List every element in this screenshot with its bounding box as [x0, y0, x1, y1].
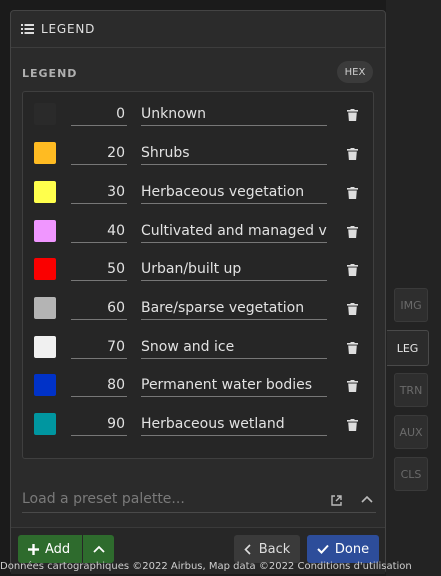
color-swatch[interactable]: [34, 181, 56, 203]
legend-row: 50 Urban/built up: [23, 258, 373, 296]
chevron-left-icon: [244, 543, 251, 555]
value-input[interactable]: 60: [71, 297, 127, 320]
trash-icon[interactable]: [347, 380, 358, 392]
external-link-icon[interactable]: [331, 495, 342, 506]
value-input[interactable]: 40: [71, 220, 127, 243]
trash-icon[interactable]: [347, 187, 358, 199]
legend-row: 0 Unknown: [23, 103, 373, 141]
label-input[interactable]: Snow and ice: [141, 336, 327, 359]
legend-row: 40 Cultivated and managed vegetation: [23, 220, 373, 258]
trash-icon[interactable]: [347, 342, 358, 354]
value-input[interactable]: 70: [71, 336, 127, 359]
label-input[interactable]: Herbaceous wetland: [141, 413, 327, 436]
legend-row: 70 Snow and ice: [23, 336, 373, 374]
map-attribution: Données cartographiques ©2022 Airbus, Ma…: [0, 561, 412, 572]
legend-row: 80 Permanent water bodies: [23, 374, 373, 412]
label-input[interactable]: Herbaceous vegetation: [141, 181, 327, 204]
trash-icon[interactable]: [347, 303, 358, 315]
legend-row: 20 Shrubs: [23, 142, 373, 180]
preset-palette-field[interactable]: Load a preset palette...: [22, 491, 376, 513]
plus-icon: [28, 543, 39, 555]
value-input[interactable]: 30: [71, 181, 127, 204]
panel-header: LEGEND: [11, 11, 385, 48]
color-swatch[interactable]: [34, 374, 56, 396]
label-input[interactable]: Permanent water bodies: [141, 374, 327, 397]
trash-icon[interactable]: [347, 264, 358, 276]
value-input[interactable]: 50: [71, 258, 127, 281]
label-input[interactable]: Bare/sparse vegetation: [141, 297, 327, 320]
tab-trn[interactable]: TRN: [394, 373, 428, 407]
color-swatch[interactable]: [34, 142, 56, 164]
trash-icon[interactable]: [347, 109, 358, 121]
trash-icon[interactable]: [347, 226, 358, 238]
add-label: Add: [45, 541, 71, 557]
legend-list: 0 Unknown 20 Shrubs 30 Herbaceous vegeta…: [22, 91, 374, 459]
value-input[interactable]: 0: [71, 103, 127, 126]
tab-leg[interactable]: LEG: [387, 330, 429, 366]
preset-palette-input[interactable]: Load a preset palette...: [22, 491, 185, 507]
trash-icon[interactable]: [347, 148, 358, 160]
legend-row: 60 Bare/sparse vegetation: [23, 297, 373, 335]
check-icon: [317, 544, 329, 554]
label-input[interactable]: Cultivated and managed vegetation: [141, 220, 327, 243]
panel-title: LEGEND: [41, 22, 96, 36]
color-swatch[interactable]: [34, 413, 56, 435]
label-input[interactable]: Shrubs: [141, 142, 327, 165]
color-swatch[interactable]: [34, 258, 56, 280]
tab-img[interactable]: IMG: [394, 288, 428, 322]
legend-panel: LEGEND LEGEND HEX 0 Unknown 20 Shrubs 30…: [10, 10, 386, 574]
tab-aux[interactable]: AUX: [394, 415, 428, 449]
legend-row: 30 Herbaceous vegetation: [23, 181, 373, 219]
chevron-up-icon[interactable]: [361, 495, 373, 503]
color-swatch[interactable]: [34, 336, 56, 358]
done-label: Done: [334, 541, 370, 557]
color-swatch[interactable]: [34, 220, 56, 242]
tab-cls[interactable]: CLS: [394, 457, 428, 491]
list-icon: [21, 24, 34, 34]
value-input[interactable]: 80: [71, 374, 127, 397]
label-input[interactable]: Urban/built up: [141, 258, 327, 281]
legend-row: 90 Herbaceous wetland: [23, 413, 373, 451]
trash-icon[interactable]: [347, 419, 358, 431]
chevron-up-icon: [92, 545, 105, 553]
back-label: Back: [258, 541, 291, 557]
section-title: LEGEND: [22, 67, 78, 80]
label-input[interactable]: Unknown: [141, 103, 327, 126]
hex-toggle-button[interactable]: HEX: [337, 61, 373, 83]
value-input[interactable]: 90: [71, 413, 127, 436]
color-swatch[interactable]: [34, 297, 56, 319]
color-swatch[interactable]: [34, 103, 56, 125]
value-input[interactable]: 20: [71, 142, 127, 165]
